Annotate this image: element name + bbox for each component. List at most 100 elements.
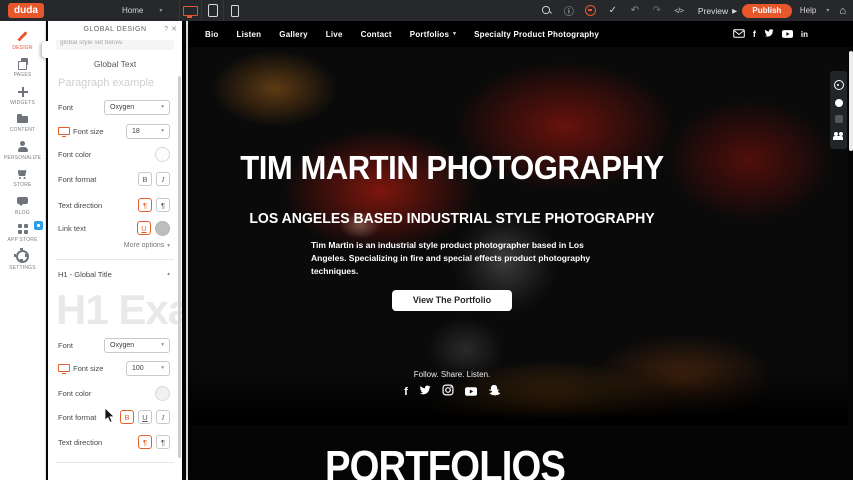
- h1-text-direction-row: Text direction ¶ ¶: [58, 434, 170, 450]
- preview-scrollbar[interactable]: [849, 51, 853, 151]
- chevron-down-icon: ▾: [161, 365, 164, 371]
- top-bar: duda Home ▾ ⓘ ✓ ↶ ↷ </> Preview ▶ Publis…: [0, 0, 853, 21]
- mobile-view-button[interactable]: [223, 0, 245, 21]
- nav-social-links: f in: [733, 21, 808, 47]
- mouse-cursor: [104, 408, 115, 429]
- bold-button[interactable]: B: [120, 410, 134, 424]
- sidebar-item-personalize[interactable]: PERSONALIZE: [0, 137, 45, 165]
- sidebar-item-store[interactable]: STORE: [0, 165, 45, 193]
- disabled-tool-icon[interactable]: [835, 115, 843, 123]
- chevron-down-icon: ▾: [167, 243, 170, 249]
- duda-editor-screen: duda Home ▾ ⓘ ✓ ↶ ↷ </> Preview ▶ Publis…: [0, 0, 853, 480]
- comments-icon[interactable]: [835, 99, 843, 107]
- desktop-icon: [183, 6, 198, 16]
- h1-section-title: H1 - Global Title: [58, 270, 112, 279]
- tablet-view-button[interactable]: [201, 0, 223, 21]
- device-override-icon: [58, 127, 70, 136]
- rtl-button[interactable]: ¶: [156, 198, 170, 212]
- view-portfolio-button[interactable]: View The Portfolio: [392, 290, 512, 311]
- ltr-button[interactable]: ¶: [138, 198, 152, 212]
- font-select[interactable]: Oxygen ▾: [104, 100, 170, 115]
- twitter-icon[interactable]: [764, 25, 774, 43]
- instagram-icon[interactable]: [442, 383, 454, 401]
- page-selector[interactable]: Home ▾: [122, 0, 162, 21]
- sidebar-item-design[interactable]: DESIGN: [0, 27, 45, 55]
- panel-collapse-handle[interactable]: [42, 41, 49, 58]
- sidebar-item-settings[interactable]: SETTINGS: [0, 247, 45, 275]
- cart-icon: [17, 168, 29, 180]
- twitter-icon[interactable]: [419, 383, 431, 401]
- font-format-row: Font format B I: [58, 171, 170, 187]
- collaborators-icon[interactable]: [833, 132, 844, 140]
- snapchat-icon[interactable]: [488, 383, 500, 401]
- sidebar-item-pages[interactable]: PAGES: [0, 55, 45, 83]
- duda-logo[interactable]: duda: [8, 3, 44, 18]
- font-color-row: Font color: [58, 146, 170, 162]
- facebook-icon[interactable]: f: [404, 387, 408, 398]
- sidebar-item-app-store[interactable]: APP STORE: [0, 220, 45, 248]
- sidebar-item-label: PAGES: [14, 72, 32, 78]
- publish-button[interactable]: Publish: [742, 4, 792, 18]
- redo-button[interactable]: ↷: [646, 5, 668, 16]
- nav-item-bio[interactable]: Bio: [205, 30, 219, 39]
- italic-button[interactable]: I: [156, 172, 170, 186]
- status-button[interactable]: [580, 5, 602, 16]
- youtube-icon[interactable]: [782, 25, 793, 43]
- panel-scrollbar[interactable]: [178, 76, 181, 458]
- undo-button[interactable]: ↶: [624, 5, 646, 16]
- nav-item-gallery[interactable]: Gallery: [279, 30, 308, 39]
- h1-font-select[interactable]: Oxygen ▾: [104, 338, 170, 353]
- bold-button[interactable]: B: [138, 172, 152, 186]
- preview-button[interactable]: Preview ▶: [698, 6, 734, 16]
- app-store-badge: [34, 221, 43, 230]
- device-switcher: [179, 0, 245, 21]
- ltr-button[interactable]: ¶: [138, 435, 152, 449]
- nav-item-listen[interactable]: Listen: [237, 30, 262, 39]
- link-color-swatch[interactable]: [155, 221, 170, 236]
- italic-button[interactable]: I: [156, 410, 170, 424]
- h1-font-size-select[interactable]: 100 ▾: [126, 361, 170, 376]
- youtube-icon[interactable]: [465, 383, 477, 401]
- nav-item-specialty[interactable]: Specialty Product Photography: [474, 30, 599, 39]
- page-selector-label: Home: [122, 6, 143, 15]
- hero-subtitle: LOS ANGELES BASED INDUSTRIAL STYLE PHOTO…: [204, 211, 701, 227]
- facebook-icon[interactable]: f: [753, 30, 756, 39]
- panel-help-button[interactable]: ?: [164, 26, 168, 34]
- close-icon[interactable]: ✕: [171, 26, 177, 34]
- desktop-view-button[interactable]: [179, 0, 201, 21]
- font-size-row: Font size 18 ▾: [58, 123, 170, 139]
- search-button[interactable]: [536, 6, 558, 15]
- h1-font-size-row: Font size 100 ▾: [58, 360, 170, 376]
- search-icon: [542, 6, 551, 15]
- sidebar-item-label: CONTENT: [10, 127, 36, 133]
- design-brush-icon: [17, 31, 29, 43]
- linkedin-icon[interactable]: in: [801, 30, 808, 39]
- info-button[interactable]: ⓘ: [558, 3, 580, 18]
- check-icon: ✓: [609, 5, 617, 16]
- nav-item-portfolios[interactable]: Portfolios ▾: [410, 30, 456, 39]
- font-size-select[interactable]: 18 ▾: [126, 124, 170, 139]
- rtl-button[interactable]: ¶: [156, 435, 170, 449]
- h1-section-header[interactable]: H1 - Global Title ▴: [58, 267, 170, 281]
- font-color-swatch[interactable]: [155, 147, 170, 162]
- sidebar-item-widgets[interactable]: WIDGETS: [0, 82, 45, 110]
- sidebar-item-label: SETTINGS: [9, 265, 36, 271]
- speech-bubble-icon: [17, 196, 29, 208]
- underline-button[interactable]: U: [138, 410, 152, 424]
- nav-item-live[interactable]: Live: [326, 30, 343, 39]
- link-underline-button[interactable]: U: [137, 221, 151, 235]
- h1-font-color-swatch[interactable]: [155, 386, 170, 401]
- email-icon[interactable]: [733, 25, 745, 43]
- sidebar-item-blog[interactable]: BLOG: [0, 192, 45, 220]
- sidebar-item-label: BLOG: [15, 210, 30, 216]
- sidebar-item-content[interactable]: CONTENT: [0, 110, 45, 138]
- sidebar-item-label: WIDGETS: [10, 100, 35, 106]
- dev-mode-button[interactable]: </>: [668, 6, 690, 15]
- help-menu[interactable]: Help ▾: [800, 6, 829, 15]
- nav-item-contact[interactable]: Contact: [361, 30, 392, 39]
- more-options-link[interactable]: More options ▾: [124, 242, 170, 249]
- dashboard-home-button[interactable]: ⌂: [839, 5, 846, 17]
- font-size-label: Font size: [58, 127, 103, 136]
- code-icon: </>: [674, 6, 683, 15]
- feedback-icon[interactable]: [834, 80, 844, 90]
